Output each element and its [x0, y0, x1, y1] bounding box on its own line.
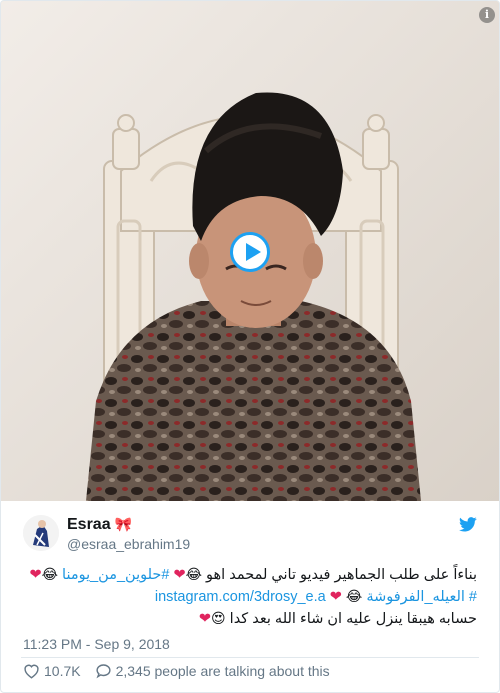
laughing-emoji: 😂 [41, 566, 58, 582]
hashtag-link[interactable]: # العيله_الفرفوشة [366, 589, 477, 605]
tweet-text: بناءاً على طلب الجماهير فيديو تاني لمحمد… [21, 564, 477, 630]
like-count[interactable]: 10.7K [44, 663, 81, 679]
heart-emoji: ❤ [173, 567, 186, 583]
hashtag-link[interactable]: #حلوين_من_يومنا [62, 567, 169, 583]
heart-emoji: ❤ [198, 611, 212, 627]
tweet-text-line-1: بناءاً على طلب الجماهير فيديو تاني لمحمد… [21, 564, 477, 586]
laughing-emoji: 😂 [345, 588, 363, 604]
laughing-emoji: 😂 [185, 566, 202, 582]
bow-emoji: 🎀 [114, 516, 133, 532]
video-thumbnail[interactable]: i [1, 1, 499, 501]
tweet-text-line-2: # العيله_الفرفوشة 😂 ❤ instagram.com/3dro… [21, 586, 477, 608]
author-name[interactable]: Esraa 🎀 [67, 516, 132, 534]
talking-count[interactable]: 2,345 people are talking about this [116, 663, 330, 679]
avatar[interactable] [23, 515, 59, 551]
heart-emoji: ❤ [29, 567, 42, 583]
tweet-text-plain-1: بناءاً على طلب الجماهير فيديو تاني لمحمد… [206, 567, 477, 583]
tweet-text-plain-3: حسابه هيبقا ينزل عليه ان شاء الله بعد كد… [229, 611, 477, 627]
heart-eyes-emoji: 😍 [211, 610, 226, 626]
avatar-image [23, 515, 59, 551]
comment-icon[interactable] [95, 663, 112, 679]
tweet-actions: 10.7K 2,345 people are talking about thi… [23, 663, 330, 679]
divider [21, 657, 479, 658]
heart-icon[interactable] [23, 663, 40, 679]
tweet-timestamp[interactable]: 11:23 PM - Sep 9, 2018 [23, 636, 170, 652]
twitter-bird-icon[interactable] [459, 517, 477, 532]
heart-emoji: ❤ [329, 589, 342, 605]
instagram-link[interactable]: instagram.com/3drosy_e.a [155, 589, 326, 605]
tweet-embed: i Esraa 🎀 @esraa_ebrahim19 بناءاً على طلب… [0, 0, 500, 693]
author-handle[interactable]: @esraa_ebrahim19 [67, 536, 190, 552]
author-name-text: Esraa [67, 516, 111, 533]
play-button[interactable] [230, 232, 270, 272]
info-icon[interactable]: i [479, 7, 495, 23]
tweet-text-line-3: حسابه هيبقا ينزل عليه ان شاء الله بعد كد… [21, 608, 477, 630]
